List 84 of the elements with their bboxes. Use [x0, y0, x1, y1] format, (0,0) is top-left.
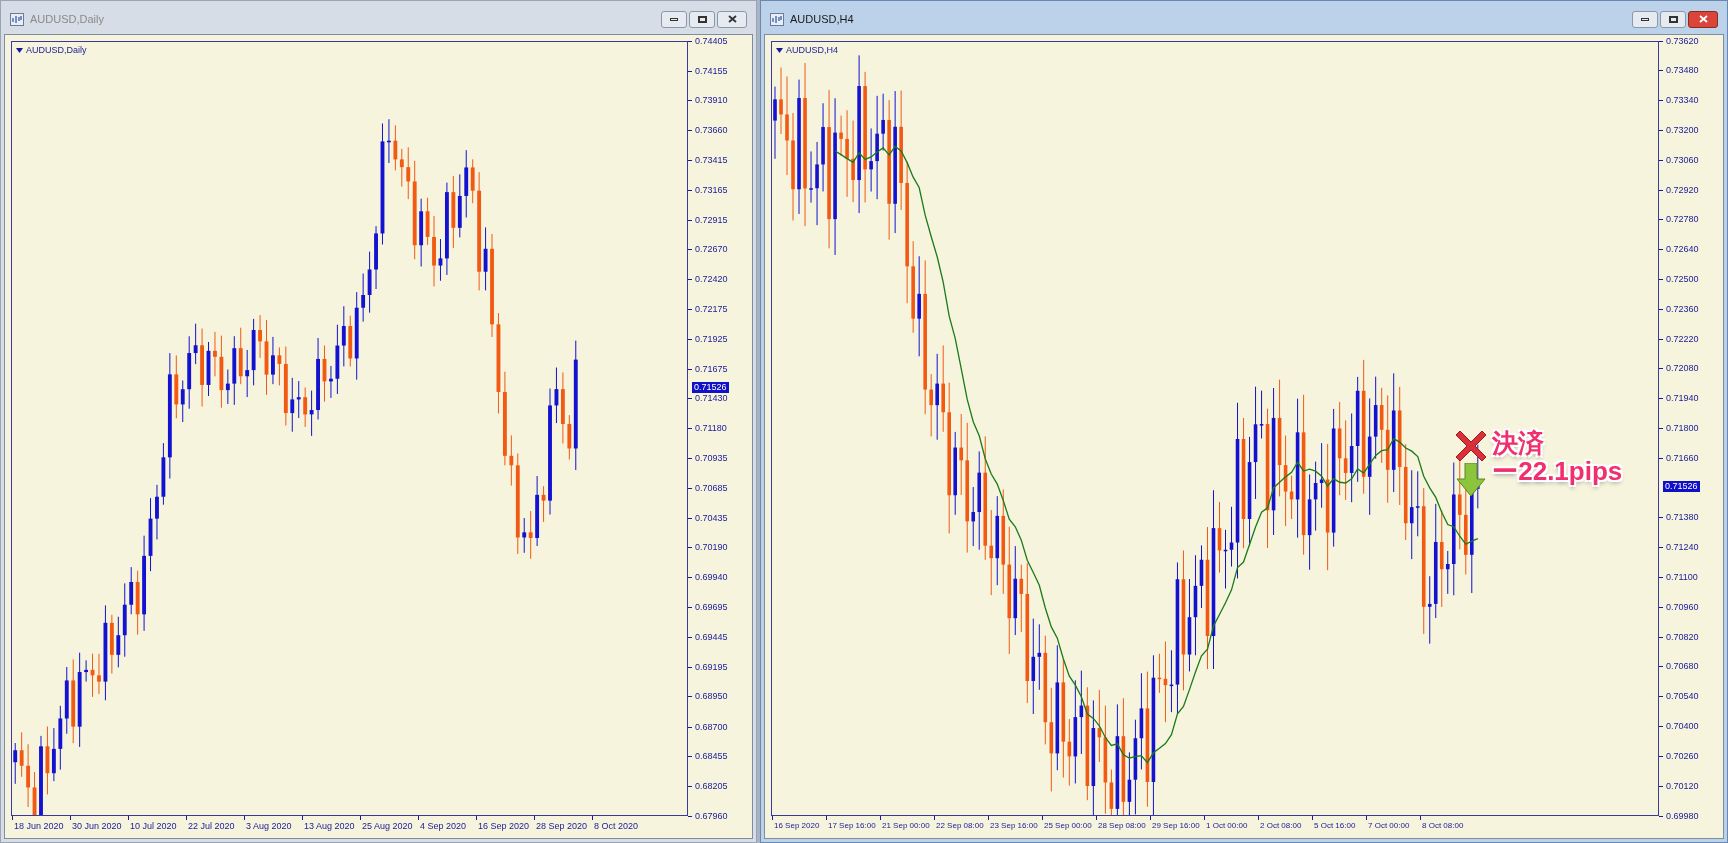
price-tick-label: 0.72920: [1666, 184, 1699, 196]
date-tick-label: 25 Sep 00:00: [1043, 820, 1093, 832]
date-tick-label: 21 Sep 00:00: [881, 820, 931, 832]
price-tick-label: 0.70680: [1666, 661, 1699, 673]
price-tick-label: 0.73165: [695, 184, 728, 196]
price-tick-label: 0.71380: [1666, 512, 1699, 524]
price-tick-label: 0.73060: [1666, 154, 1699, 166]
price-tick-label: 0.68950: [695, 691, 728, 703]
date-tick-label: 23 Sep 16:00: [989, 820, 1039, 832]
date-tick-label: 13 Aug 2020: [303, 820, 356, 833]
price-tick-label: 0.67960: [695, 810, 728, 822]
price-tick-label: 0.71180: [695, 423, 727, 435]
price-tick-label: 0.69445: [695, 631, 728, 643]
price-tick-label: 0.72670: [695, 244, 728, 256]
date-tick-label: 8 Oct 08:00: [1421, 820, 1465, 832]
price-tick-label: 0.70120: [1666, 780, 1699, 792]
price-tick-label: 0.73480: [1666, 65, 1699, 77]
date-tick-label: 5 Oct 16:00: [1313, 820, 1357, 832]
price-tick-label: 0.71940: [1666, 393, 1699, 405]
price-tick-label: 0.71100: [1666, 572, 1698, 584]
date-tick-label: 16 Sep 2020: [477, 820, 531, 833]
price-tick-label: 0.74155: [695, 65, 728, 77]
price-tick-label: 0.68205: [695, 781, 728, 793]
price-tick-label: 0.70190: [695, 542, 728, 554]
price-tick-label: 0.70400: [1666, 721, 1699, 733]
price-tick-label: 0.70820: [1666, 631, 1699, 643]
price-tick-label: 0.71240: [1666, 542, 1699, 554]
price-tick-label: 0.71660: [1666, 452, 1699, 464]
price-tick-label: 0.70935: [695, 452, 728, 464]
date-tick-label: 1 Oct 00:00: [1205, 820, 1249, 832]
price-tick-label: 0.73910: [695, 95, 728, 106]
price-tick-label: 0.68455: [695, 750, 728, 762]
price-tick-label: 0.74405: [695, 35, 728, 47]
price-tick-label: 0.69980: [1666, 810, 1699, 822]
price-tick-label: 0.70435: [695, 512, 728, 524]
date-tick-label: 28 Sep 2020: [535, 820, 589, 833]
price-tick-label: 0.72640: [1666, 244, 1699, 256]
price-tick-label: 0.69695: [695, 601, 728, 613]
price-tick-label: 0.70685: [695, 482, 728, 494]
date-tick-label: 22 Sep 08:00: [935, 820, 985, 832]
settlement-note: 決済 ー22.1pips: [1492, 428, 1623, 485]
price-tick-label: 0.71925: [695, 333, 728, 345]
date-tick-label: 3 Aug 2020: [245, 820, 293, 833]
price-tick-label: 0.69195: [695, 662, 728, 673]
date-tick-label: 16 Sep 2020: [773, 820, 821, 832]
price-tick-label: 0.72360: [1666, 303, 1699, 315]
price-tick-label: 0.73200: [1666, 124, 1699, 136]
current-price-tag: 0.71526: [1663, 481, 1700, 493]
price-tick-label: 0.73340: [1666, 95, 1699, 107]
date-tick-label: 22 Jul 2020: [187, 820, 236, 833]
price-tick-label: 0.70540: [1666, 691, 1699, 703]
date-tick-label: 4 Sep 2020: [419, 820, 468, 833]
date-tick-label: 18 Jun 2020: [13, 820, 65, 833]
symbol-label: AUDUSD,H4: [776, 44, 838, 58]
date-tick-label: 25 Aug 2020: [361, 820, 414, 833]
window-title: AUDUSD,Daily: [30, 11, 105, 27]
price-tick-label: 0.73415: [695, 154, 728, 166]
price-tick-label: 0.72220: [1666, 333, 1699, 345]
price-tick-label: 0.71800: [1666, 423, 1699, 434]
price-tick-label: 0.72780: [1666, 214, 1699, 226]
symbol-label: AUDUSD,Daily: [16, 44, 87, 58]
window-title: AUDUSD,H4: [790, 11, 855, 27]
price-tick-label: 0.69940: [695, 572, 728, 584]
date-tick-label: 29 Sep 16:00: [1151, 820, 1201, 832]
date-tick-label: 28 Sep 08:00: [1097, 820, 1147, 832]
date-tick-label: 8 Oct 2020: [593, 820, 640, 833]
date-tick-label: 7 Oct 00:00: [1367, 820, 1411, 832]
price-tick-label: 0.72915: [695, 214, 728, 226]
price-tick-label: 0.71430: [695, 393, 728, 405]
date-tick-label: 30 Jun 2020: [71, 820, 123, 833]
date-tick-label: 17 Sep 16:00: [827, 820, 877, 832]
price-tick-label: 0.73660: [695, 125, 728, 137]
date-tick-label: 2 Oct 08:00: [1259, 820, 1303, 832]
price-tick-label: 0.68700: [695, 721, 728, 733]
price-tick-label: 0.72420: [695, 274, 728, 286]
price-tick-label: 0.71675: [695, 363, 728, 375]
price-tick-label: 0.70960: [1666, 601, 1699, 613]
price-tick-label: 0.70260: [1666, 750, 1699, 762]
current-price-tag: 0.71526: [692, 381, 729, 393]
price-tick-label: 0.72080: [1666, 363, 1699, 375]
price-tick-label: 0.73620: [1666, 35, 1699, 47]
price-tick-label: 0.72175: [695, 303, 728, 315]
date-tick-label: 10 Jul 2020: [129, 820, 178, 833]
price-tick-label: 0.72500: [1666, 273, 1699, 285]
